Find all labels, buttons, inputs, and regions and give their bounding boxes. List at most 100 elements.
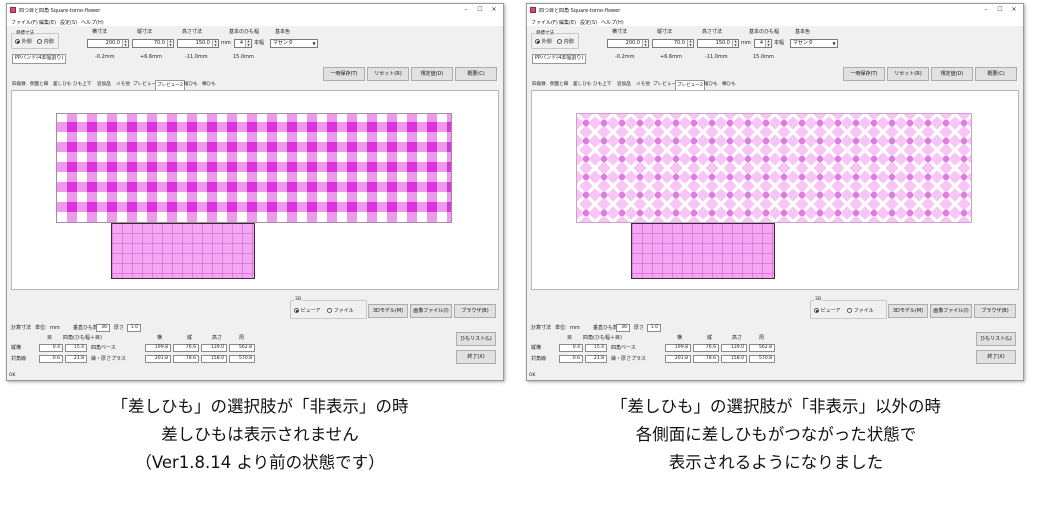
maximize-icon[interactable]: ☐ — [993, 5, 1007, 15]
color-select[interactable]: マゼンタ ▼ — [270, 39, 318, 48]
band-width-input[interactable]: 4 ▲ ▼ — [234, 39, 252, 48]
tab-horizontal-band[interactable]: 横ひも — [201, 81, 217, 89]
menu-settings[interactable]: 設定(S) — [60, 19, 77, 26]
depth-input[interactable]: 70.0 ▲ ▼ — [132, 39, 174, 48]
measure-label: 計算寸法 — [531, 325, 552, 331]
browser-button[interactable]: ブラウザ(B) — [454, 304, 496, 318]
table-cell: 78.6 — [173, 355, 199, 363]
maximize-icon[interactable]: ☐ — [473, 5, 487, 15]
tab-insert-band[interactable]: 差しひも — [572, 81, 592, 89]
menu-help[interactable]: ヘルプ(H) — [81, 19, 104, 26]
tab-sides[interactable]: 側面と縁 — [549, 81, 569, 89]
preview-canvas[interactable] — [531, 90, 1019, 290]
band-unit-label: 本幅 — [254, 40, 265, 46]
tab-additions[interactable]: 追加品 — [96, 81, 112, 89]
tab-squares[interactable]: 四角数 — [11, 81, 27, 89]
row-sublabel: 四角ベース — [611, 345, 636, 351]
image-file-button[interactable]: 画像ファイル(I) — [930, 304, 972, 318]
menu-settings[interactable]: 設定(S) — [580, 19, 597, 26]
band-list-button[interactable]: ひもリスト(L) — [456, 332, 496, 346]
tab-horizontal-band[interactable]: 横ひも — [721, 81, 737, 89]
row-label: 縦横 — [11, 345, 22, 351]
finish-button[interactable]: 終了(X) — [976, 350, 1016, 364]
model-3d-button[interactable]: 3Dモデル(M) — [888, 304, 928, 318]
height-label: 高さ寸法 — [182, 29, 203, 35]
radio-inner[interactable]: 内側 — [557, 39, 574, 46]
preview-canvas[interactable] — [11, 90, 499, 290]
tab-vertical-band[interactable]: 縦ひも — [183, 81, 199, 89]
finish-button[interactable]: 終了(X) — [456, 350, 496, 364]
radio-viewer[interactable]: ビューア — [294, 308, 320, 315]
close-icon[interactable]: ✕ — [1007, 5, 1021, 15]
height-input[interactable]: 150.0 ▲ ▼ — [177, 39, 219, 48]
tab-bar: 四角数 側面と縁 差しひも ひも上下 追加品 メモ他 プレビュー プレビュー2 … — [531, 80, 781, 90]
base-band-label: 基本のひも幅 — [229, 29, 260, 35]
tab-band-updown[interactable]: ひも上下 — [72, 81, 92, 89]
summary-button[interactable]: 概要(C) — [455, 67, 497, 81]
radio-outer[interactable]: 外側 — [535, 39, 552, 46]
radio-outer[interactable]: 外側 — [15, 39, 32, 46]
model-3d-button[interactable]: 3Dモデル(M) — [368, 304, 408, 318]
height-diff: -11.0mm — [705, 54, 728, 60]
tab-additions[interactable]: 追加品 — [616, 81, 632, 89]
radio-file[interactable]: ファイル — [847, 308, 874, 315]
radio-file[interactable]: ファイル — [327, 308, 354, 315]
reset-button[interactable]: リセット(R) — [887, 67, 929, 81]
unit-prefix: 単位: — [555, 325, 567, 331]
side-panel-checker — [56, 113, 452, 223]
status-bar: OK — [9, 373, 16, 378]
menu-help[interactable]: ヘルプ(H) — [601, 19, 624, 26]
vertical-count-value: 36 — [96, 324, 110, 332]
tab-squares[interactable]: 四角数 — [531, 81, 547, 89]
tab-insert-band[interactable]: 差しひも — [52, 81, 72, 89]
default-button[interactable]: 規定値(D) — [411, 67, 453, 81]
table-cell: 139.0 — [201, 344, 227, 352]
tab-vertical-band[interactable]: 縦ひも — [703, 81, 719, 89]
screenshot-left: 四つ目と四角 Square-tomo-flower – ☐ ✕ ファイル(F) … — [6, 3, 504, 381]
image-file-button[interactable]: 画像ファイル(I) — [410, 304, 452, 318]
tab-band-updown[interactable]: ひも上下 — [592, 81, 612, 89]
radio-viewer[interactable]: ビューア — [814, 308, 840, 315]
band-list-button[interactable]: ひもリスト(L) — [976, 332, 1016, 346]
radio-inner[interactable]: 内側 — [37, 39, 54, 46]
tab-preview2[interactable]: プレビュー2 — [675, 80, 705, 90]
temp-save-button[interactable]: 一時保存(T) — [323, 67, 365, 81]
color-select[interactable]: マゼンタ ▼ — [790, 39, 838, 48]
tab-preview2[interactable]: プレビュー2 — [155, 80, 185, 90]
default-button[interactable]: 規定値(D) — [931, 67, 973, 81]
temp-save-button[interactable]: 一時保存(T) — [843, 67, 885, 81]
band-type-label: PPバンド(4本幅割り) — [12, 54, 67, 64]
menu-file[interactable]: ファイル(F) — [531, 19, 558, 26]
browser-button[interactable]: ブラウザ(B) — [974, 304, 1016, 318]
reset-button[interactable]: リセット(R) — [367, 67, 409, 81]
summary-button[interactable]: 概要(C) — [975, 67, 1017, 81]
tab-preview[interactable]: プレビュー — [652, 81, 677, 89]
screenshot-right: 四つ目と四角 Square-tomo-flower – ☐ ✕ ファイル(F) … — [526, 3, 1024, 381]
band-width-input[interactable]: 4 ▲ ▼ — [754, 39, 772, 48]
tab-sides[interactable]: 側面と縁 — [29, 81, 49, 89]
tab-memo[interactable]: メモ他 — [115, 81, 131, 89]
menu-bar: ファイル(F) 編集(E) 設定(S) ヘルプ(H) — [7, 17, 503, 26]
side-panel-pattern — [576, 113, 972, 223]
tab-memo[interactable]: メモ他 — [635, 81, 651, 89]
minimize-icon[interactable]: – — [979, 5, 993, 15]
col-depth: 縦 — [707, 335, 713, 341]
col-perimeter: 周 — [759, 335, 765, 341]
width-input[interactable]: 200.0 ▲ ▼ — [607, 39, 649, 48]
table-cell: 0.4 — [559, 344, 583, 352]
width-input[interactable]: 200.0 ▲ ▼ — [87, 39, 129, 48]
menu-file[interactable]: ファイル(F) — [11, 19, 38, 26]
menu-edit[interactable]: 編集(E) — [39, 19, 56, 26]
tab-preview[interactable]: プレビュー — [132, 81, 157, 89]
caption-left-line1: 「差しひも」の選択肢が「非表示」の時 — [111, 397, 409, 416]
menu-edit[interactable]: 編集(E) — [559, 19, 576, 26]
minimize-icon[interactable]: – — [459, 5, 473, 15]
table-cell: 201.8 — [665, 355, 691, 363]
base-panel — [111, 223, 255, 279]
close-icon[interactable]: ✕ — [487, 5, 501, 15]
height-label: 高さ寸法 — [702, 29, 723, 35]
depth-input[interactable]: 70.0 ▲ ▼ — [652, 39, 694, 48]
height-input[interactable]: 150.0 ▲ ▼ — [697, 39, 739, 48]
col-perimeter: 周 — [239, 335, 245, 341]
base-panel — [631, 223, 775, 279]
